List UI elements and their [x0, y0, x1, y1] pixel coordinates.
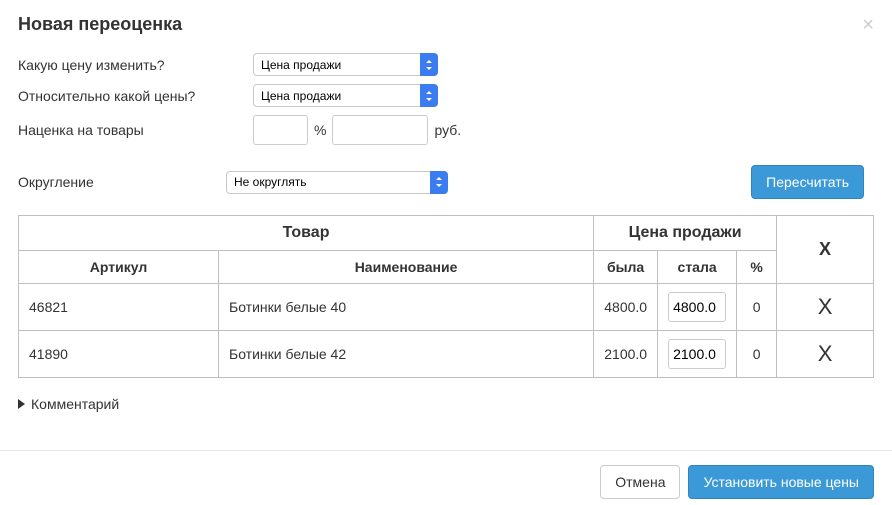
x-header: X: [777, 216, 874, 284]
rub-unit: руб.: [434, 122, 461, 138]
percent-cell: 0: [737, 331, 777, 378]
markup-label: Наценка на товары: [18, 122, 253, 138]
was-cell: 4800.0: [594, 284, 658, 331]
article-cell: 46821: [19, 284, 219, 331]
product-header: Товар: [19, 216, 594, 251]
became-header: стала: [658, 251, 737, 284]
table-row: 41890 Ботинки белые 42 2100.0 0 X: [19, 331, 874, 378]
was-cell: 2100.0: [594, 331, 658, 378]
cancel-button[interactable]: Отмена: [600, 465, 680, 499]
article-cell: 41890: [19, 331, 219, 378]
rounding-select[interactable]: Не округлять: [226, 171, 448, 194]
markup-amount-input[interactable]: [332, 115, 428, 145]
price-header: Цена продажи: [594, 216, 777, 251]
was-header: была: [594, 251, 658, 284]
close-icon[interactable]: ×: [862, 15, 874, 35]
relative-to-label: Относительно какой цены?: [18, 88, 253, 104]
which-price-select[interactable]: Цена продажи: [253, 53, 438, 76]
triangle-right-icon: [18, 399, 25, 409]
comment-toggle[interactable]: Комментарий: [18, 396, 874, 412]
percent-header: %: [737, 251, 777, 284]
recalculate-button[interactable]: Пересчитать: [751, 165, 864, 199]
table-row: 46821 Ботинки белые 40 4800.0 0 X: [19, 284, 874, 331]
remove-row-button[interactable]: X: [777, 284, 874, 331]
apply-button[interactable]: Установить новые цены: [688, 465, 874, 499]
revaluation-table: Товар Цена продажи X Артикул Наименовани…: [18, 215, 874, 378]
remove-row-button[interactable]: X: [777, 331, 874, 378]
relative-to-select[interactable]: Цена продажи: [253, 84, 438, 107]
name-cell: Ботинки белые 42: [219, 331, 594, 378]
name-cell: Ботинки белые 40: [219, 284, 594, 331]
comment-label: Комментарий: [31, 396, 119, 412]
markup-percent-input[interactable]: [253, 115, 308, 145]
percent-cell: 0: [737, 284, 777, 331]
percent-unit: %: [314, 122, 326, 138]
which-price-label: Какую цену изменить?: [18, 57, 253, 73]
article-header: Артикул: [19, 251, 219, 284]
rounding-label: Округление: [18, 174, 226, 190]
new-price-input[interactable]: [668, 292, 726, 322]
modal-title: Новая переоценка: [18, 14, 182, 35]
name-header: Наименование: [219, 251, 594, 284]
new-price-input[interactable]: [668, 339, 726, 369]
